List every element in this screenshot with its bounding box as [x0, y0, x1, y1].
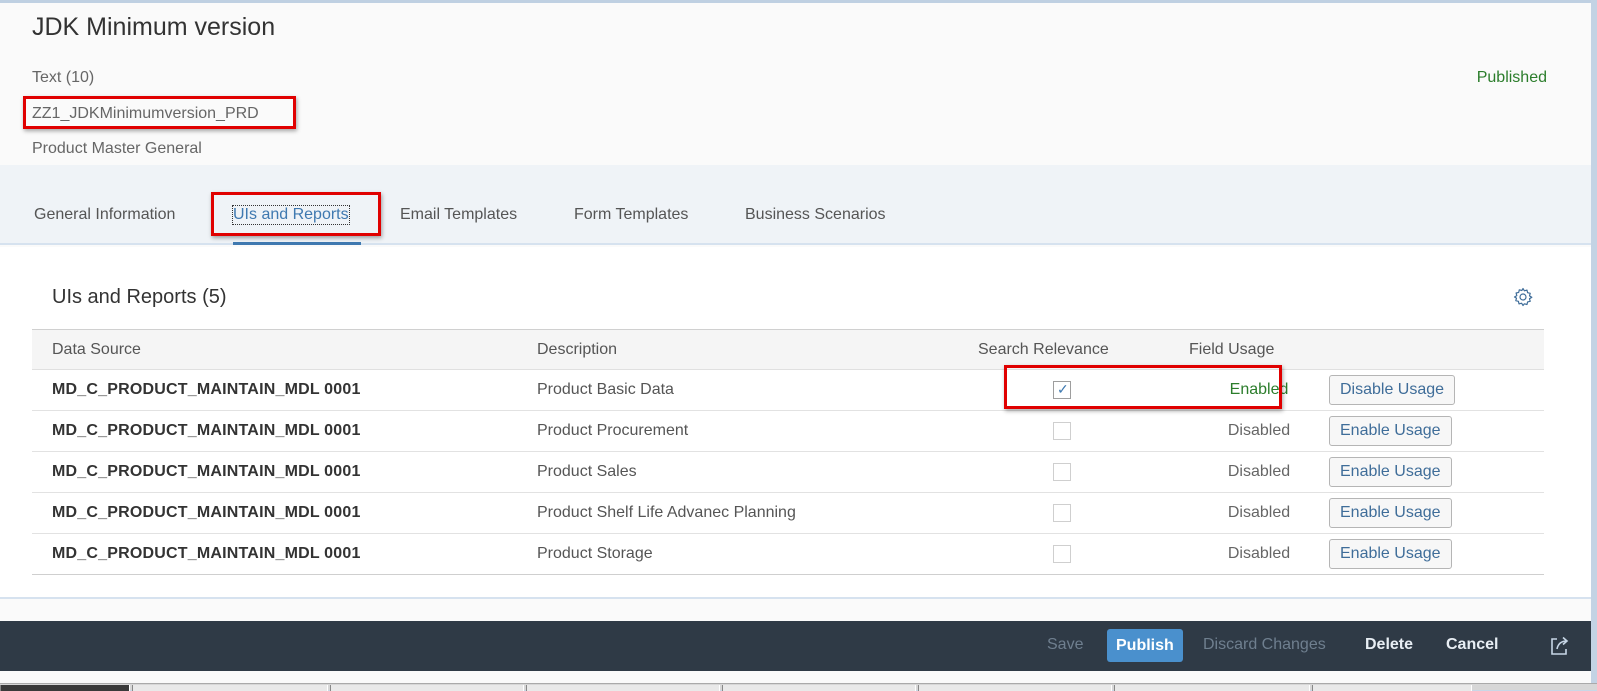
taskbar-item[interactable]: [132, 685, 328, 691]
taskbar-item[interactable]: [722, 685, 916, 691]
table-row[interactable]: MD_C_PRODUCT_MAINTAIN_MDL 0001 Product Pr…: [32, 411, 1544, 452]
enable-usage-button[interactable]: Enable Usage: [1329, 457, 1452, 487]
search-relevance-checkbox[interactable]: [1053, 463, 1071, 481]
share-icon[interactable]: [1548, 635, 1570, 657]
data-source-cell: MD_C_PRODUCT_MAINTAIN_MDL 0001: [52, 422, 361, 439]
field-usage-status: Enabled: [1229, 381, 1289, 398]
field-type: Text (10): [32, 69, 95, 86]
enable-usage-button[interactable]: Enable Usage: [1329, 416, 1452, 446]
field-usage-status: Disabled: [1227, 504, 1291, 521]
cancel-button[interactable]: Cancel: [1446, 636, 1498, 654]
data-source-cell: MD_C_PRODUCT_MAINTAIN_MDL 0001: [52, 381, 361, 398]
taskbar-item[interactable]: [1312, 685, 1472, 691]
data-source-cell: MD_C_PRODUCT_MAINTAIN_MDL 0001: [52, 463, 361, 480]
field-identifier: ZZ1_JDKMinimumversion_PRD: [32, 105, 259, 122]
search-relevance-checkbox[interactable]: ✓: [1053, 381, 1071, 399]
tab-business-scenarios[interactable]: Business Scenarios: [745, 206, 886, 224]
taskbar: [0, 683, 1597, 691]
object-header: JDK Minimum version Text (10) ZZ1_JDKMin…: [0, 3, 1591, 165]
field-usage-status: Disabled: [1227, 463, 1291, 480]
search-relevance-checkbox[interactable]: [1053, 545, 1071, 563]
window-right-edge: [1591, 0, 1597, 690]
taskbar-item[interactable]: [330, 685, 524, 691]
table-header: Data Source Description Search Relevance…: [32, 329, 1544, 370]
table-row[interactable]: MD_C_PRODUCT_MAINTAIN_MDL 0001 Product Ba…: [32, 370, 1544, 411]
delete-button[interactable]: Delete: [1365, 636, 1413, 654]
taskbar-item[interactable]: [0, 685, 130, 691]
uis-reports-table: Data Source Description Search Relevance…: [32, 329, 1544, 575]
column-header-field-usage[interactable]: Field Usage: [1189, 341, 1274, 359]
tab-general-information[interactable]: General Information: [34, 206, 175, 224]
enable-usage-button[interactable]: Enable Usage: [1329, 498, 1452, 528]
taskbar-item[interactable]: [526, 685, 720, 691]
description-cell: Product Shelf Life Advanec Planning: [537, 504, 796, 521]
column-header-description[interactable]: Description: [537, 341, 617, 359]
data-source-cell: MD_C_PRODUCT_MAINTAIN_MDL 0001: [52, 504, 361, 521]
search-relevance-checkbox[interactable]: [1053, 422, 1071, 440]
status-badge: Published: [1476, 69, 1547, 86]
field-usage-status: Disabled: [1227, 545, 1291, 562]
active-tab-indicator: [233, 242, 361, 245]
column-header-data-source[interactable]: Data Source: [52, 341, 141, 359]
tab-bar: General Information UIs and Reports Emai…: [0, 165, 1591, 245]
uis-and-reports-section: UIs and Reports (5) Data Source Descript…: [0, 247, 1591, 599]
enable-usage-button[interactable]: Enable Usage: [1329, 539, 1452, 569]
save-button[interactable]: Save: [1047, 636, 1083, 654]
tab-email-templates[interactable]: Email Templates: [400, 206, 517, 224]
section-title: UIs and Reports (5): [52, 286, 227, 308]
page-title: JDK Minimum version: [32, 13, 276, 41]
table-row[interactable]: MD_C_PRODUCT_MAINTAIN_MDL 0001 Product Sa…: [32, 452, 1544, 493]
column-header-search-relevance[interactable]: Search Relevance: [978, 341, 1109, 359]
table-row[interactable]: MD_C_PRODUCT_MAINTAIN_MDL 0001 Product St…: [32, 534, 1544, 575]
disable-usage-button[interactable]: Disable Usage: [1329, 375, 1456, 405]
description-cell: Product Basic Data: [537, 381, 674, 398]
spacer: [0, 601, 1591, 621]
discard-changes-button[interactable]: Discard Changes: [1203, 636, 1326, 654]
data-source-cell: MD_C_PRODUCT_MAINTAIN_MDL 0001: [52, 545, 361, 562]
search-relevance-checkbox[interactable]: [1053, 504, 1071, 522]
taskbar-item[interactable]: [918, 685, 1112, 691]
tab-form-templates[interactable]: Form Templates: [574, 206, 688, 224]
description-cell: Product Procurement: [537, 422, 689, 439]
checkmark-icon: ✓: [1057, 381, 1069, 397]
publish-button[interactable]: Publish: [1107, 629, 1183, 662]
footer-toolbar: Save Publish Discard Changes Delete Canc…: [0, 621, 1591, 671]
field-usage-status: Disabled: [1227, 422, 1291, 439]
gear-icon[interactable]: [1513, 287, 1533, 307]
description-cell: Product Sales: [537, 463, 637, 480]
tab-uis-and-reports[interactable]: UIs and Reports: [232, 205, 350, 225]
taskbar-item[interactable]: [1114, 685, 1310, 691]
table-row[interactable]: MD_C_PRODUCT_MAINTAIN_MDL 0001 Product Sh…: [32, 493, 1544, 534]
custom-field-detail-page: JDK Minimum version Text (10) ZZ1_JDKMin…: [0, 3, 1591, 683]
description-cell: Product Storage: [537, 545, 653, 562]
business-context: Product Master General: [32, 140, 202, 157]
